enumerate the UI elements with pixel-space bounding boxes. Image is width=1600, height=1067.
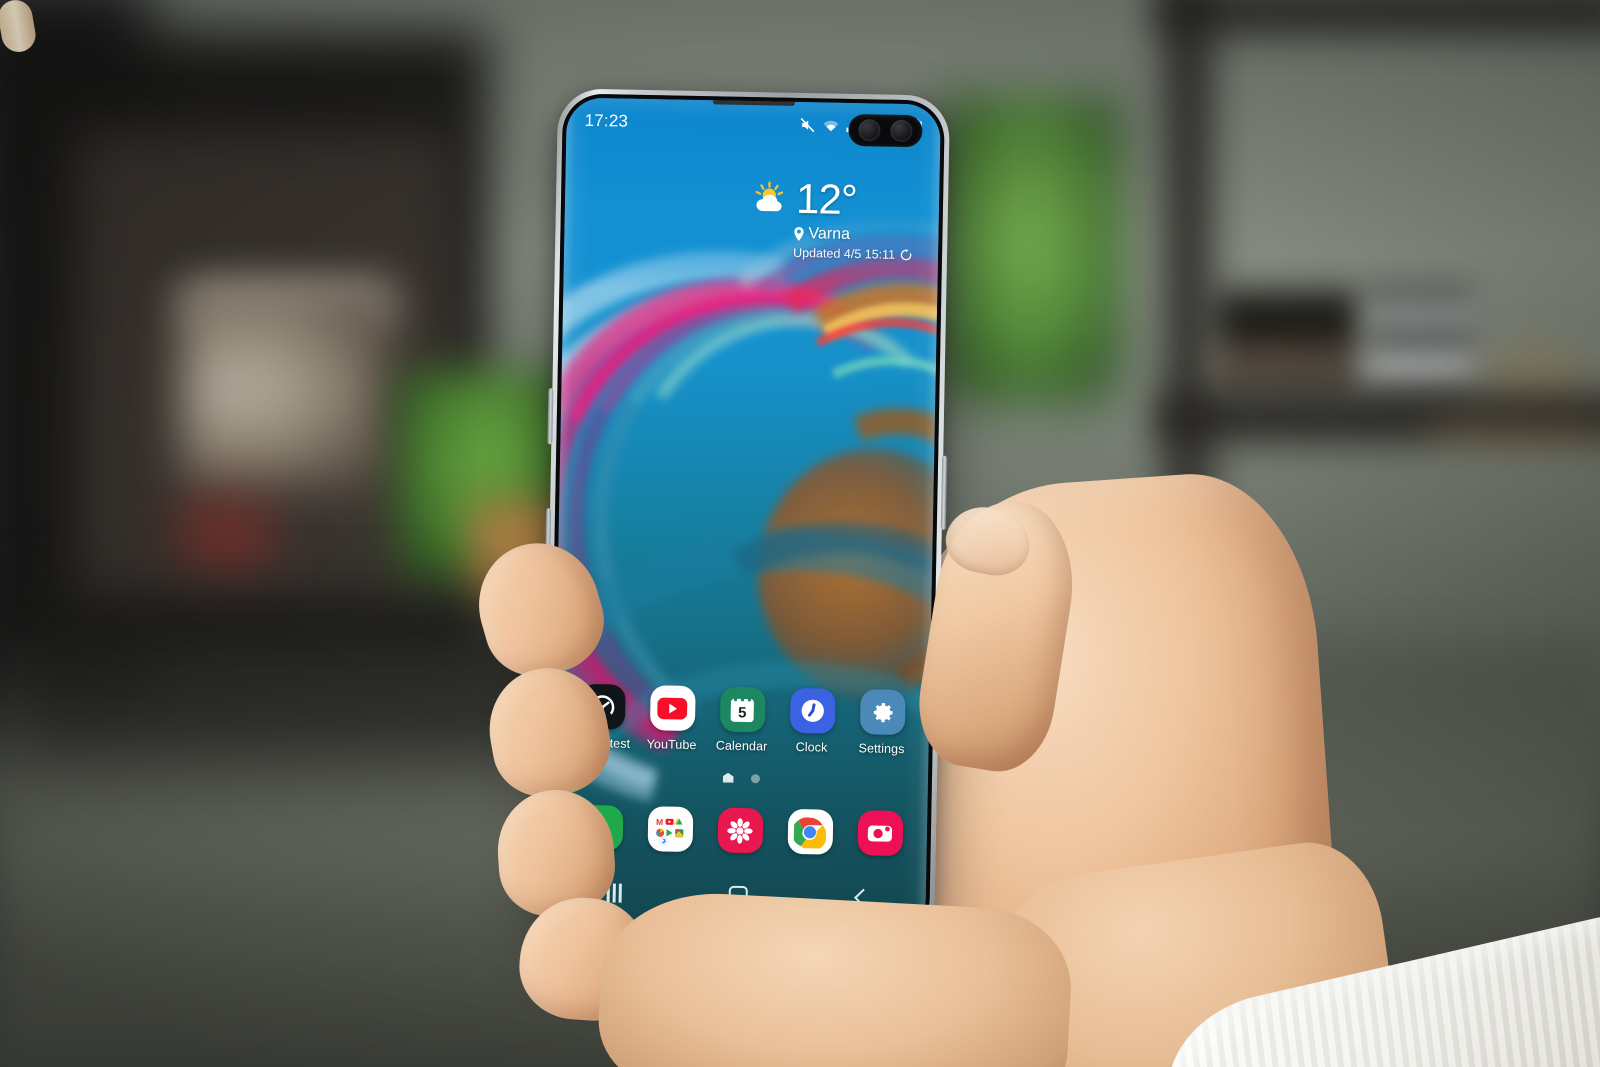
app-label: Settings — [858, 741, 905, 757]
wifi-icon — [823, 118, 840, 132]
google-folder-icon[interactable]: M — [647, 806, 693, 853]
app-settings[interactable]: Settings — [848, 689, 915, 756]
mute-icon — [800, 117, 816, 133]
camera-lens-ultra — [890, 119, 913, 143]
status-time: 17:23 — [584, 110, 629, 131]
phone-bezel: 17:23 12° Varna Updated 4/5 15:11 YouTub… — [546, 93, 946, 939]
calendar-day: 5 — [738, 704, 747, 721]
app-grid: Speedtest YouTube — [554, 683, 929, 756]
app-label: YouTube — [646, 737, 697, 753]
home-page-indicator[interactable] — [722, 773, 733, 783]
google-folder-contents: M — [656, 816, 684, 845]
app-clock[interactable]: Clock — [778, 687, 845, 755]
clock-icon[interactable] — [789, 687, 836, 734]
camera-lens-wide — [858, 119, 881, 142]
weather-location: Varna — [808, 225, 851, 243]
weather-main: 12° — [752, 174, 914, 224]
page-dot[interactable] — [750, 773, 760, 783]
gallery-flower-icon[interactable] — [717, 807, 763, 854]
phone-screen[interactable]: 17:23 12° Varna Updated 4/5 15:11 YouTub… — [551, 97, 941, 935]
weather-updated-row: Updated 4/5 15:11 — [793, 246, 912, 262]
svg-text:M: M — [656, 816, 663, 826]
chrome-icon[interactable] — [787, 808, 833, 855]
camera-icon[interactable] — [857, 810, 903, 857]
dual-front-camera — [848, 113, 923, 148]
app-youtube[interactable]: YouTube — [638, 685, 705, 752]
calendar-icon[interactable]: 5 — [719, 686, 766, 733]
refresh-icon[interactable] — [900, 249, 912, 261]
location-pin-icon — [793, 226, 804, 241]
weather-widget[interactable]: 12° Varna Updated 4/5 15:11 — [751, 174, 914, 262]
weather-location-row: Varna — [793, 225, 912, 245]
app-label: Calendar — [715, 738, 768, 754]
youtube-icon[interactable] — [649, 685, 696, 732]
weather-temperature: 12° — [795, 174, 858, 224]
palm-lower — [595, 887, 1075, 1067]
app-calendar[interactable]: 5 Calendar — [708, 686, 775, 753]
bixby-button[interactable] — [547, 388, 554, 445]
settings-gear-icon[interactable] — [859, 689, 906, 736]
weather-updated-text: Updated 4/5 15:11 — [792, 245, 896, 262]
app-label: Clock — [795, 739, 828, 755]
sun-behind-cloud-icon — [752, 181, 791, 216]
